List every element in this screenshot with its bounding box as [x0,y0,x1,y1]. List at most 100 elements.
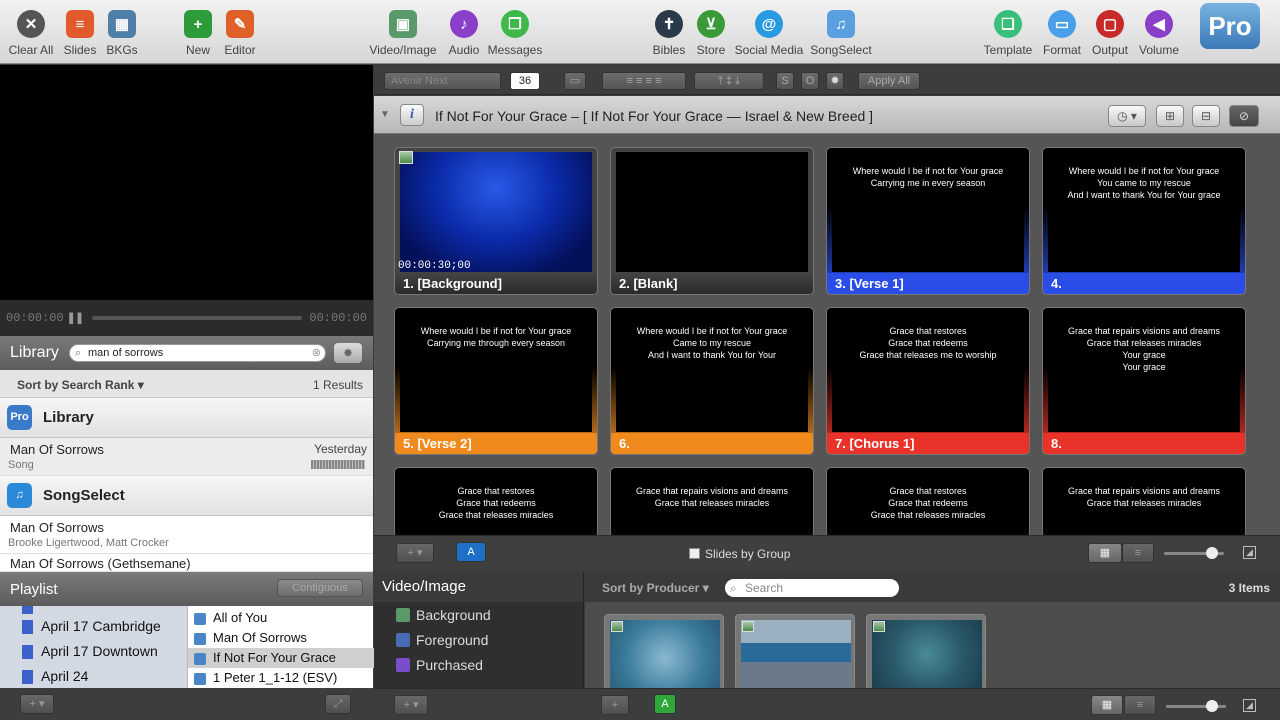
strikethrough-button[interactable]: S [776,72,794,90]
outline-button[interactable]: O [801,72,819,90]
slide-thumbnail[interactable]: Grace that restores Grace that redeems Gra… [394,467,598,535]
timer-button[interactable]: ◷ ▾ [1108,105,1146,127]
media-category[interactable]: Background [396,603,491,627]
slide-thumbnail[interactable]: Grace that repairs visions and dreams Gra… [1042,307,1246,455]
slide-label: 5. [Verse 2] [395,433,597,454]
document-icon [22,606,33,615]
fullscreen-icon[interactable]: ◢ [1243,546,1256,559]
zoom-slider[interactable] [1166,700,1226,712]
info-icon[interactable]: i [400,104,424,126]
grid-view-button[interactable]: ▦ [1088,543,1122,563]
media-search-input[interactable]: ⌕ Search [725,579,899,597]
slide-thumbnail[interactable]: Grace that restores Grace that redeems Gra… [826,307,1030,455]
video-image-button[interactable]: ▣ Video/Image [368,10,438,57]
list-view-button[interactable]: ≡ [1124,695,1156,715]
playlist-item[interactable]: Man Of Sorrows [188,628,374,648]
slide-thumbnail[interactable]: Grace that repairs visions and dreams Gra… [1042,467,1246,535]
text-box-button[interactable]: ▭ [564,72,586,90]
library-item-man-of-sorrows[interactable]: Man Of Sorrows Song Yesterday [0,438,373,476]
playlist-title: Playlist [10,581,58,598]
add-slide-button[interactable]: + ▾ [396,543,434,563]
cue-button[interactable]: ⊟ [1192,105,1220,127]
playlist-item[interactable]: 1 Peter 1_1-12 (ESV) [188,668,374,688]
slide-label: 8. [1043,433,1245,454]
clear-search-icon[interactable]: ⊗ [312,345,321,361]
list-icon: ≡ [1136,699,1144,711]
media-title: Video/Image [382,578,466,595]
arrangement-button[interactable]: ⊞ [1156,105,1184,127]
zoom-slider-knob[interactable] [1206,547,1218,559]
playlist-item-selected[interactable]: If Not For Your Grace [188,648,374,668]
zoom-slider-knob[interactable] [1206,700,1218,712]
presentation-title: If Not For Your Grace – [ If Not For You… [435,108,874,124]
media-category[interactable]: Purchased [396,653,483,677]
expand-icon: ⤢ [333,698,343,710]
alignment-buttons[interactable]: ≡ ≡ ≡ ≡ [602,72,686,90]
document-icon [22,620,33,635]
slide-text-line: Grace that releases miracles [1086,338,1202,348]
presentation-header: ▼ i If Not For Your Grace – [ If Not For… [374,96,1280,134]
playlist-folder[interactable]: April 17 Cambridge [22,615,161,637]
playlist-header: Playlist Contiguous [0,572,373,606]
songselect-item[interactable]: Man Of Sorrows (Gethsemane) [0,554,373,572]
add-playlist-button[interactable]: + ▾ [20,694,54,714]
slide-screen: Where would I be if not for Your grace Ca… [832,152,1024,272]
slides-by-group-checkbox[interactable]: Slides by Group [689,547,790,561]
songselect-group[interactable]: ♫ SongSelect [0,476,373,516]
songselect-button[interactable]: ♫ SongSelect [806,10,876,57]
video-image-icon: ▣ [389,10,417,38]
pro-doc-icon [194,652,206,665]
bkgs-button[interactable]: ▦ BKGs [87,10,157,57]
library-settings-button[interactable]: ✹ [334,343,362,363]
editor-button[interactable]: ✎ Editor [205,10,275,57]
volume-button[interactable]: ◀ Volume [1124,10,1194,57]
media-category[interactable]: Foreground [396,628,488,652]
text-settings-button[interactable]: ✹ [826,72,844,90]
slide-thumbnail[interactable]: Grace that repairs visions and dreams Gra… [610,467,814,535]
library-search-input[interactable]: ⌕ man of sorrows ⊗ [69,344,326,362]
search-icon: ⌕ [730,581,737,595]
playlist-folder[interactable]: April 17 Downtown [22,640,158,662]
slide-thumbnail[interactable]: Where would I be if not for Your grace Ca… [610,307,814,455]
slide-thumbnail[interactable]: Where would I be if not for Your grace Yo… [1042,147,1246,295]
zoom-slider[interactable] [1164,547,1224,559]
playlist-folder[interactable]: April 24 [22,665,88,687]
fullscreen-icon[interactable]: ◢ [1243,699,1256,712]
slide-thumbnail[interactable]: 2. [Blank] [610,147,814,295]
slide-text-line: Grace that restores [457,486,535,496]
add-media-button[interactable]: + ▾ [394,695,428,715]
expand-button[interactable]: ⤢ [325,694,351,714]
media-thumbnail[interactable] [735,614,855,688]
songselect-item[interactable]: Man Of Sorrows Brooke Ligertwood, Matt C… [0,516,373,554]
media-layer-button[interactable]: A [654,694,676,714]
list-view-button[interactable]: ≡ [1122,543,1154,563]
slide-thumbnail[interactable]: Where would I be if not for Your grace Ca… [826,147,1030,295]
slide-thumbnail[interactable]: Where would I be if not for Your grace Ca… [394,307,598,455]
sort-by-producer[interactable]: Sort by Producer ▾ [602,581,709,595]
disable-button[interactable]: ⊘ [1229,105,1259,127]
font-size-input[interactable]: 36 [510,72,540,90]
slide-text-line: And I want to thank You for Your [647,350,777,360]
scrub-bar[interactable] [92,316,302,320]
font-select[interactable]: Avenir Next [384,72,501,90]
library-group[interactable]: Pro Library [0,398,373,438]
gear-icon: ✹ [830,75,840,87]
social-media-button[interactable]: @ Social Media [734,10,804,57]
media-thumbnail[interactable] [604,614,724,688]
slide-thumbnail[interactable]: 00:00:30;00 1. [Background] [394,147,598,295]
apply-all-button[interactable]: Apply All [858,72,920,90]
contiguous-button[interactable]: Contiguous [277,579,363,597]
slide-text-line: Grace that repairs visions and dreams [1067,326,1221,336]
media-thumbnail[interactable] [866,614,986,688]
playlist-item[interactable]: All of You [188,608,374,628]
sort-by-search-rank[interactable]: Sort by Search Rank ▾ [17,378,144,392]
slide-thumbnail[interactable]: Grace that restores Grace that redeems Gra… [826,467,1030,535]
grid-view-button[interactable]: ▦ [1091,695,1123,715]
text-layer-button[interactable]: A [456,542,486,562]
pause-icon[interactable]: ❚❚ [67,310,84,327]
add-button[interactable]: + [601,695,629,715]
collapse-triangle-icon[interactable]: ▼ [380,109,390,120]
messages-button[interactable]: ❐ Messages [480,10,550,57]
vertical-align-buttons[interactable]: ⤒ ‡ ⤓ [694,72,764,90]
list-icon: ≡ [1134,547,1142,559]
